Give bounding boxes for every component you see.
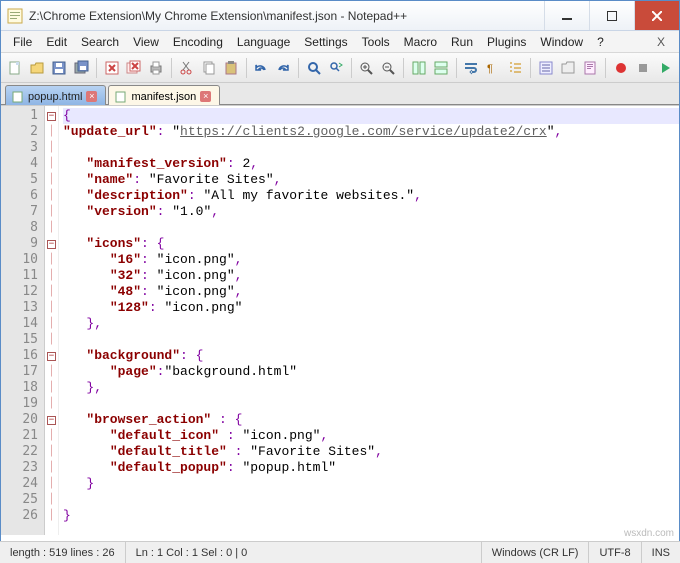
titlebar: Z:\Chrome Extension\My Chrome Extension\… — [1, 1, 679, 31]
separator — [605, 58, 606, 78]
separator — [96, 58, 97, 78]
separator — [530, 58, 531, 78]
cut-icon[interactable] — [177, 57, 196, 79]
play-macro-icon[interactable] — [655, 57, 674, 79]
separator — [351, 58, 352, 78]
status-insert-mode[interactable]: INS — [642, 542, 680, 563]
menu-encoding[interactable]: Encoding — [167, 33, 229, 51]
menu-window[interactable]: Window — [534, 33, 589, 51]
window-title: Z:\Chrome Extension\My Chrome Extension\… — [29, 9, 544, 23]
statusbar: length : 519 lines : 26 Ln : 1 Col : 1 S… — [0, 541, 680, 563]
menu-macro[interactable]: Macro — [398, 33, 443, 51]
open-file-icon[interactable] — [27, 57, 46, 79]
menu-view[interactable]: View — [127, 33, 165, 51]
tab-manifest-json[interactable]: manifest.json × — [108, 85, 220, 105]
separator — [246, 58, 247, 78]
save-icon[interactable] — [50, 57, 69, 79]
editor: 1234567891011121314151617181920212223242… — [1, 105, 679, 535]
separator — [298, 58, 299, 78]
svg-text:¶: ¶ — [487, 63, 493, 75]
paste-icon[interactable] — [221, 57, 240, 79]
copy-icon[interactable] — [199, 57, 218, 79]
print-icon[interactable] — [147, 57, 166, 79]
redo-icon[interactable] — [274, 57, 293, 79]
undo-icon[interactable] — [252, 57, 271, 79]
status-length-lines: length : 519 lines : 26 — [0, 542, 126, 563]
record-macro-icon[interactable] — [611, 57, 630, 79]
doc-map-icon[interactable] — [581, 57, 600, 79]
menu-help[interactable]: ? — [591, 33, 610, 51]
watermark: wsxdn.com — [624, 528, 674, 539]
close-all-icon[interactable] — [124, 57, 143, 79]
menu-file[interactable]: File — [7, 33, 38, 51]
status-eol[interactable]: Windows (CR LF) — [482, 542, 590, 563]
app-icon — [7, 8, 23, 24]
file-icon — [115, 91, 127, 103]
toolbar: ¶ — [1, 53, 679, 83]
sync-v-icon[interactable] — [409, 57, 428, 79]
menu-language[interactable]: Language — [231, 33, 296, 51]
zoom-in-icon[interactable] — [356, 57, 375, 79]
separator — [456, 58, 457, 78]
status-position: Ln : 1 Col : 1 Sel : 0 | 0 — [126, 542, 482, 563]
menu-run[interactable]: Run — [445, 33, 479, 51]
code-area[interactable]: { "update_url": "https://clients2.google… — [59, 106, 679, 535]
file-icon — [12, 91, 24, 103]
menubar: File Edit Search View Encoding Language … — [1, 31, 679, 53]
menu-x-button[interactable]: X — [649, 33, 673, 51]
close-file-icon[interactable] — [102, 57, 121, 79]
all-chars-icon[interactable]: ¶ — [484, 57, 503, 79]
new-file-icon[interactable] — [5, 57, 24, 79]
replace-icon[interactable] — [326, 57, 345, 79]
sync-h-icon[interactable] — [431, 57, 450, 79]
tab-popup-html[interactable]: popup.html × — [5, 85, 106, 105]
zoom-out-icon[interactable] — [379, 57, 398, 79]
status-encoding[interactable]: UTF-8 — [589, 542, 641, 563]
line-number-gutter: 1234567891011121314151617181920212223242… — [1, 106, 45, 535]
fold-gutter[interactable]: −│││││││−││││││−│││−││││││ — [45, 106, 59, 535]
menu-tools[interactable]: Tools — [356, 33, 396, 51]
stop-macro-icon[interactable] — [633, 57, 652, 79]
tab-close-icon[interactable]: × — [86, 91, 97, 102]
indent-guide-icon[interactable] — [506, 57, 525, 79]
close-button[interactable] — [634, 1, 679, 30]
menu-plugins[interactable]: Plugins — [481, 33, 532, 51]
save-all-icon[interactable] — [72, 57, 91, 79]
maximize-button[interactable] — [589, 1, 634, 30]
separator — [403, 58, 404, 78]
tab-close-icon[interactable]: × — [200, 91, 211, 102]
folder-panel-icon[interactable] — [558, 57, 577, 79]
menu-search[interactable]: Search — [75, 33, 125, 51]
function-list-icon[interactable] — [536, 57, 555, 79]
tab-label: manifest.json — [131, 91, 196, 103]
tabbar: popup.html × manifest.json × — [1, 83, 679, 105]
tab-label: popup.html — [28, 91, 82, 103]
menu-settings[interactable]: Settings — [298, 33, 353, 51]
minimize-button[interactable] — [544, 1, 589, 30]
find-icon[interactable] — [304, 57, 323, 79]
separator — [171, 58, 172, 78]
menu-edit[interactable]: Edit — [40, 33, 73, 51]
wordwrap-icon[interactable] — [461, 57, 480, 79]
